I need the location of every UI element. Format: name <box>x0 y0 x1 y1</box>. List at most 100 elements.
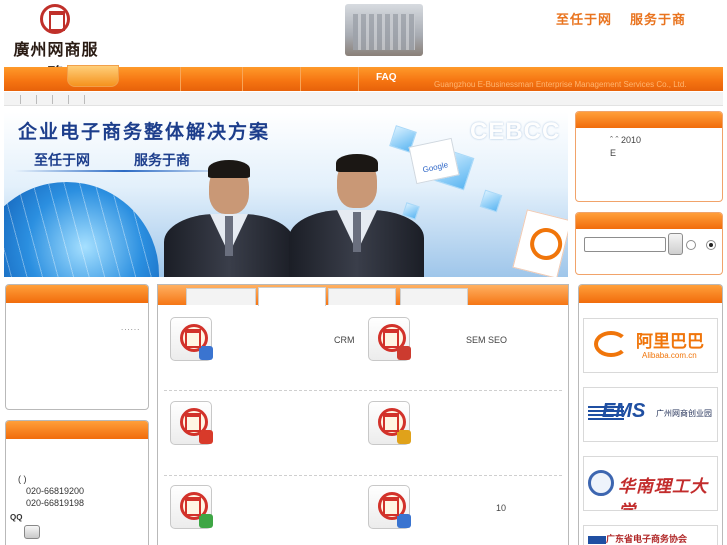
subnav-divider <box>84 95 85 104</box>
hair <box>336 154 378 172</box>
globe-image <box>4 182 159 277</box>
banner-watermark: CEBCC <box>470 118 561 145</box>
ems-subtitle: 广州网商创业园 <box>656 409 712 418</box>
subnav-divider <box>68 95 69 104</box>
service-icon <box>368 485 411 529</box>
nav-item-3[interactable] <box>181 67 243 91</box>
company-english-name: Guangzhou E-Businessman Enterprise Manag… <box>434 80 687 89</box>
banner-slogan-1: 至任于网 <box>34 153 90 169</box>
subnav-divider <box>20 95 21 104</box>
association-logo-icon <box>588 536 606 544</box>
phone-2: 020-66819198 <box>26 498 85 508</box>
hair <box>208 160 250 178</box>
service-icon <box>170 401 213 445</box>
university-seal-icon <box>588 470 614 496</box>
header-slogan: 至任于网 服务于商 <box>556 9 704 28</box>
service-item[interactable] <box>356 401 546 461</box>
building-photo <box>345 4 423 56</box>
news-list: ˆ ˆ 2010 E <box>610 134 641 160</box>
phone-1: 020-66819200 <box>26 486 85 496</box>
cube-icon <box>479 189 503 213</box>
partner-link-association[interactable]: 广东省电子商务协会 <box>583 525 718 545</box>
university-name: 华南理工大学 <box>618 477 708 510</box>
alibaba-box-icon <box>512 209 568 277</box>
search-scope-radio-2[interactable] <box>706 240 716 250</box>
sub-nav <box>4 92 723 106</box>
service-icon <box>368 401 411 445</box>
services-panel: CRM SEM SEO 10 <box>157 284 569 545</box>
service-label: 10 <box>496 503 507 513</box>
news-item[interactable]: E <box>610 147 641 160</box>
row-divider <box>164 475 562 476</box>
alibaba-name: 阿里巴巴 <box>636 332 704 352</box>
left-info-panel: ...... <box>5 284 149 410</box>
alibaba-domain: Alibaba.com.cn <box>642 351 697 360</box>
ems-name: EMS <box>602 400 646 422</box>
service-item[interactable]: SEM SEO <box>356 317 546 377</box>
service-badge-icon <box>199 430 213 444</box>
header: 廣州网商服務 至任于网 服务于商 <box>0 0 727 83</box>
banner-slogan: 至任于网 服务于商 <box>34 150 234 170</box>
qq-label: QQ <box>10 513 23 522</box>
left-info-panel-header <box>6 285 148 303</box>
news-item[interactable]: ˆ ˆ 2010 <box>610 134 641 147</box>
news-panel-header <box>576 112 722 128</box>
partner-links-header <box>579 285 722 303</box>
contact-paren: ( ) <box>18 474 27 484</box>
logo-seal-icon <box>40 4 70 34</box>
nav-item-home[interactable] <box>67 65 119 87</box>
tie <box>225 216 233 256</box>
service-badge-icon <box>397 514 411 528</box>
service-badge-icon <box>199 514 213 528</box>
partner-link-alibaba[interactable]: 阿里巴巴 Alibaba.com.cn <box>583 318 718 373</box>
subnav-divider <box>52 95 53 104</box>
site-logo[interactable]: 廣州网商服務 <box>10 4 102 83</box>
search-scope-radio-1[interactable] <box>686 240 696 250</box>
service-item[interactable] <box>158 401 348 461</box>
service-badge-icon <box>397 346 411 360</box>
banner-slogan-2: 服务于商 <box>134 153 190 169</box>
service-icon <box>170 485 213 529</box>
tab-3[interactable] <box>328 288 396 305</box>
tab-2[interactable] <box>258 287 326 306</box>
service-item[interactable]: 10 <box>356 485 546 545</box>
partner-link-ems[interactable]: EMS 广州网商创业园 <box>583 387 718 442</box>
partner-links-panel: 阿里巴巴 Alibaba.com.cn EMS 广州网商创业园 华南理工大学 广… <box>578 284 723 545</box>
service-item[interactable]: CRM <box>158 317 363 377</box>
more-link[interactable]: ...... <box>121 323 140 332</box>
tab-4[interactable] <box>400 288 468 305</box>
row-divider <box>164 390 562 391</box>
nav-item-faq[interactable]: FAQ <box>376 72 397 83</box>
slogan-part-1: 至任于网 <box>556 13 613 28</box>
services-tab-strip <box>158 285 568 306</box>
association-name: 广东省电子商务协会 <box>606 535 688 545</box>
news-panel: ˆ ˆ 2010 E <box>575 111 723 202</box>
search-button[interactable] <box>668 233 683 255</box>
search-panel <box>575 212 723 275</box>
service-label: CRM <box>334 335 355 345</box>
google-label: Google <box>421 160 449 175</box>
service-label: SEM SEO <box>466 335 508 345</box>
tie <box>353 212 361 252</box>
nav-item-5[interactable] <box>301 67 359 91</box>
alibaba-logo-icon <box>594 331 628 357</box>
nav-item-2[interactable] <box>119 67 181 91</box>
service-badge-icon <box>397 430 411 444</box>
service-icon <box>368 317 411 361</box>
hero-banner[interactable]: 企业电子商务整体解决方案 至任于网 服务于商 CEBCC Google <box>4 112 568 277</box>
search-panel-header <box>576 213 722 229</box>
service-item[interactable] <box>158 485 348 545</box>
contact-info: ( ) 020-66819200 020-66819198 <box>18 473 85 509</box>
slogan-part-2: 服务于商 <box>630 13 687 28</box>
banner-divider <box>14 170 234 172</box>
tab-1[interactable] <box>186 288 256 305</box>
page: 廣州网商服務 至任于网服务于商 FAQ Guangzhou E-Business… <box>0 0 727 545</box>
main-nav: FAQ Guangzhou E-Businessman Enterprise M… <box>4 65 723 91</box>
search-input[interactable] <box>584 237 666 252</box>
subnav-divider <box>36 95 37 104</box>
banner-title: 企业电子商务整体解决方案 <box>18 121 271 143</box>
contact-panel-header <box>6 421 148 439</box>
printer-icon[interactable] <box>24 525 40 539</box>
nav-item-4[interactable] <box>243 67 301 91</box>
partner-link-university[interactable]: 华南理工大学 <box>583 456 718 511</box>
